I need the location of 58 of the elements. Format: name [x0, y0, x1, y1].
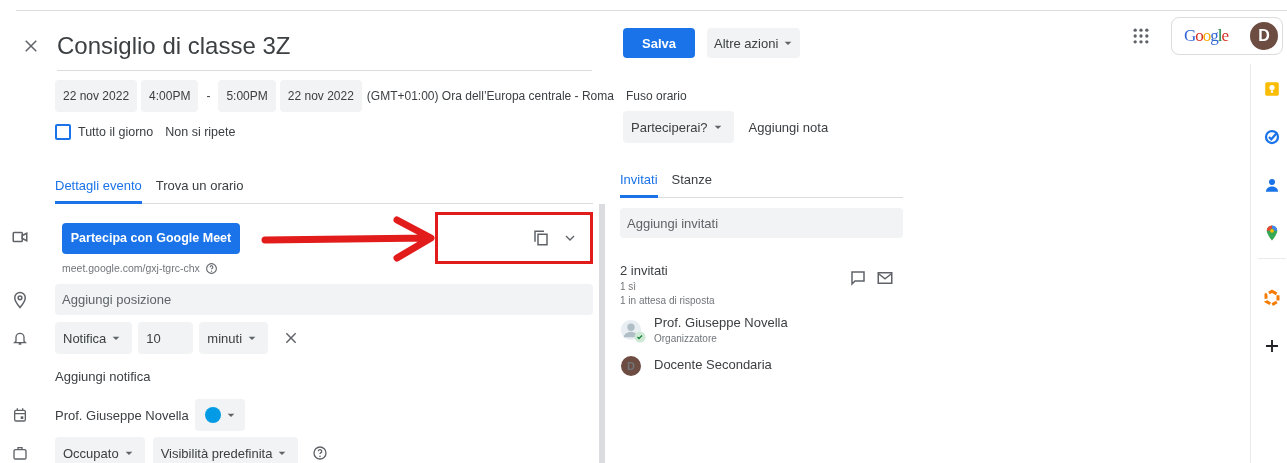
- guest-name[interactable]: Prof. Giuseppe Novella: [654, 315, 788, 330]
- time-field[interactable]: 4:00PM: [141, 80, 199, 112]
- time-field[interactable]: 5:00PM: [218, 80, 276, 112]
- help-icon[interactable]: [312, 445, 329, 461]
- tasks-check-icon[interactable]: [1263, 128, 1281, 146]
- bell-icon: [11, 330, 28, 346]
- response-count: 1 sì: [620, 281, 638, 292]
- visibility-dropdown[interactable]: Visibilità predefinita: [152, 437, 299, 463]
- help-icon[interactable]: [204, 261, 218, 275]
- briefcase-icon: [11, 445, 28, 461]
- guest-count: 2 invitati: [620, 263, 669, 278]
- all-day-checkbox[interactable]: [55, 124, 71, 140]
- date-field[interactable]: 22 nov 2022: [279, 80, 362, 112]
- close-icon[interactable]: [284, 331, 299, 345]
- tab[interactable]: Stanze: [671, 169, 713, 198]
- scrollbar[interactable]: [599, 204, 605, 463]
- plus-icon[interactable]: [1263, 337, 1281, 355]
- avatar: D: [621, 355, 641, 376]
- close-icon[interactable]: [22, 37, 40, 55]
- calendar-name: Prof. Giuseppe Novella: [55, 407, 189, 423]
- tab[interactable]: Trova un orario: [155, 175, 244, 204]
- chat-bubble-icon[interactable]: [849, 269, 867, 287]
- apps-grid-icon[interactable]: [1131, 26, 1151, 46]
- calendar-icon: [11, 407, 28, 423]
- availability-dropdown[interactable]: Occupato: [55, 437, 145, 463]
- save-button[interactable]: Salva: [623, 28, 695, 58]
- tab[interactable]: Invitati: [620, 169, 658, 198]
- title-field[interactable]: Consiglio di classe 3Z: [57, 28, 592, 71]
- repeat-dropdown[interactable]: Non si ripete: [165, 125, 236, 139]
- envelope-icon[interactable]: [876, 269, 894, 287]
- more-actions-button[interactable]: Altre azioni: [707, 28, 801, 58]
- location-field[interactable]: Aggiungi posizione: [55, 284, 593, 315]
- hexagon-icon[interactable]: [1263, 289, 1281, 307]
- avatar[interactable]: D: [1250, 22, 1278, 50]
- person-avatar-icon: [620, 318, 642, 341]
- timezone-link[interactable]: Fuso orario: [625, 89, 687, 103]
- logo: Google: [1184, 26, 1230, 46]
- notification-type-dropdown[interactable]: Notifica: [55, 322, 133, 354]
- rsvp-dropdown[interactable]: Parteciperai?: [623, 111, 734, 143]
- date-field[interactable]: 22 nov 2022: [55, 80, 138, 112]
- timezone-text: (GMT+01:00) Ora dell’Europa centrale - Roma: [366, 89, 614, 103]
- notification-unit-dropdown[interactable]: minuti: [199, 322, 269, 354]
- response-count: 1 in attesa di risposta: [620, 295, 716, 306]
- calendar-color-dropdown[interactable]: [194, 399, 245, 431]
- guest-name[interactable]: Docente Secondaria: [654, 356, 772, 372]
- add-notification-link[interactable]: Aggiungi notifica: [55, 369, 151, 384]
- guest-field[interactable]: Aggiungi invitati: [620, 208, 903, 238]
- notification-amount-field[interactable]: 10: [138, 322, 194, 354]
- tab[interactable]: Dettagli evento: [55, 175, 142, 204]
- guest-role: Organizzatore: [654, 333, 718, 344]
- add-note-link[interactable]: Aggiungi nota: [748, 119, 829, 135]
- account-card[interactable]: Google D: [1171, 17, 1283, 55]
- separator-text: -: [206, 89, 211, 103]
- checkbox-label[interactable]: Tutto il giorno: [78, 125, 154, 139]
- person-icon[interactable]: [1263, 176, 1281, 194]
- meet-link[interactable]: meet.google.com/gxj-tgrc-chx: [62, 262, 200, 274]
- join-meet-button[interactable]: Partecipa con Google Meet: [62, 222, 240, 254]
- copy-icon[interactable]: [532, 229, 550, 247]
